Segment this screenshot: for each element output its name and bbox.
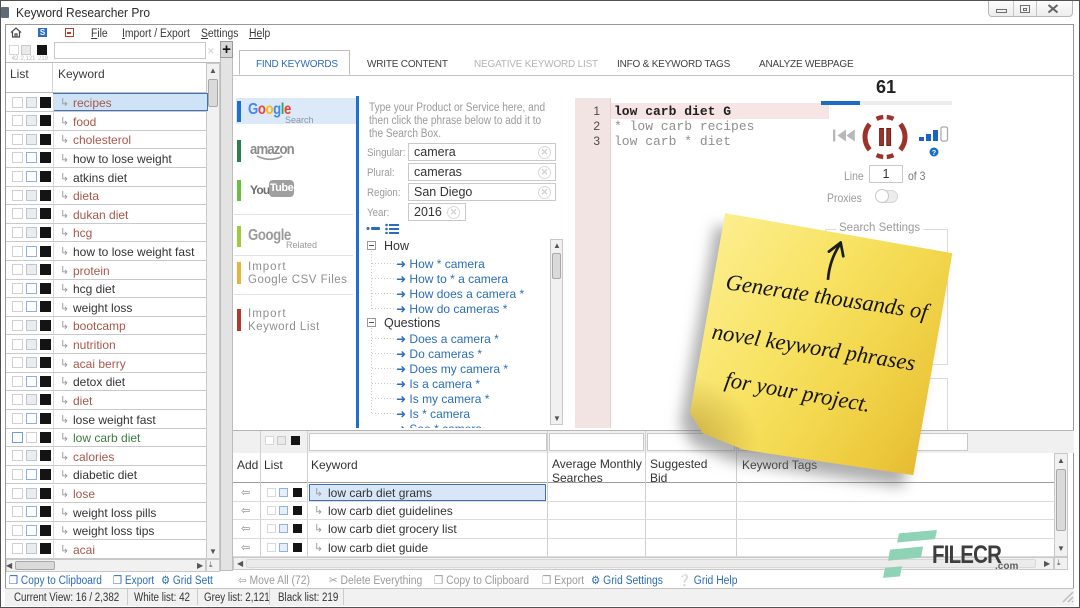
svg-text:?: ? [932, 150, 936, 157]
